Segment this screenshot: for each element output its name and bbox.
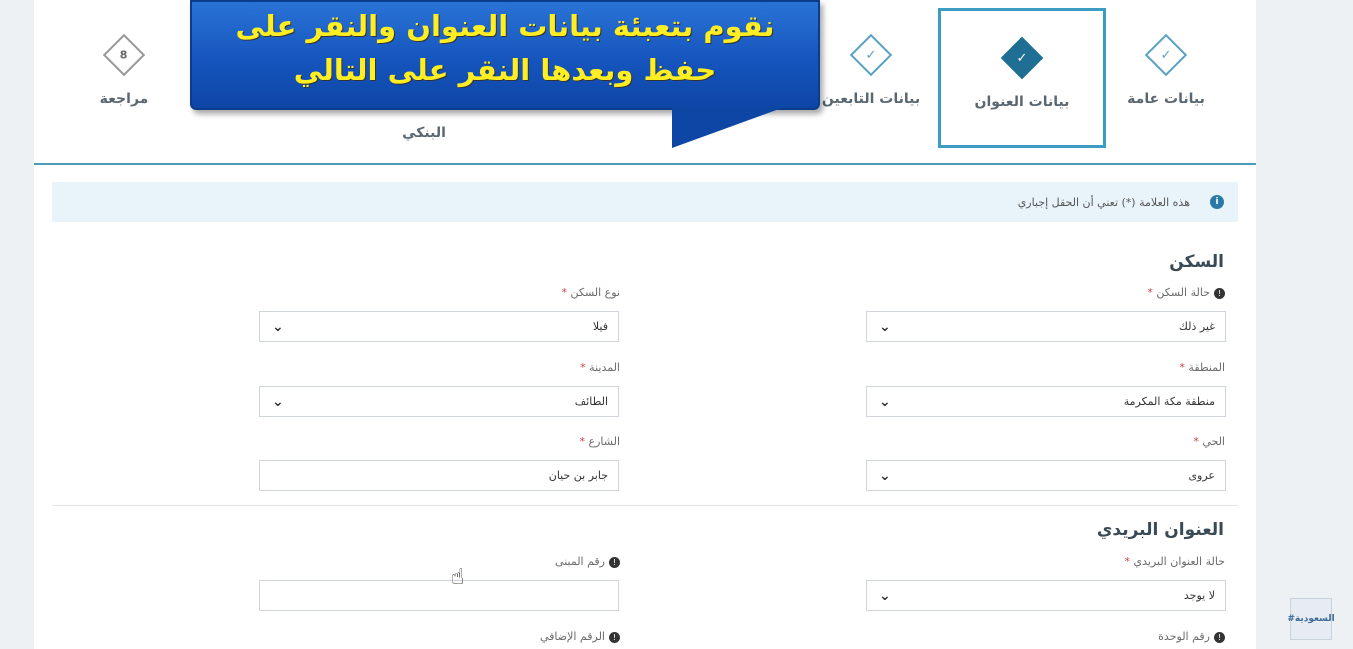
city-value: الطائف bbox=[574, 395, 608, 408]
help-icon[interactable]: ! bbox=[1214, 631, 1225, 643]
step-address-info[interactable]: ✓ بيانات العنوان bbox=[938, 8, 1106, 148]
help-icon[interactable]: ! bbox=[609, 631, 620, 643]
help-icon[interactable]: ! bbox=[1214, 287, 1225, 299]
chevron-down-icon: ⌄ bbox=[879, 394, 891, 410]
check-icon: ✓ bbox=[1144, 33, 1188, 77]
district-select[interactable]: عروى ⌄ bbox=[866, 460, 1226, 491]
chevron-down-icon: ⌄ bbox=[879, 468, 891, 484]
section-title-housing: السكن bbox=[1169, 252, 1224, 272]
required-notice: i هذه العلامة (*) تعني أن الحقل إجباري bbox=[52, 182, 1238, 222]
street-value: جابر بن حيان bbox=[548, 469, 608, 482]
street-label: الشارع * bbox=[579, 435, 620, 448]
housing-status-label: !حالة السكن * bbox=[1147, 286, 1225, 299]
info-icon: i bbox=[1210, 195, 1224, 209]
check-icon: ✓ bbox=[1000, 36, 1044, 80]
district-label: الحي * bbox=[1193, 435, 1225, 448]
step-general-info[interactable]: ✓ بيانات عامة bbox=[1086, 8, 1246, 148]
housing-status-value: غير ذلك bbox=[1178, 320, 1215, 333]
region-label: المنطقة * bbox=[1179, 361, 1225, 374]
building-no-label: !رقم المبنى bbox=[520, 555, 620, 568]
chevron-down-icon: ⌄ bbox=[879, 319, 891, 335]
check-icon: ✓ bbox=[849, 33, 893, 77]
unit-no-label: !رقم الوحدة bbox=[1158, 630, 1225, 643]
chevron-down-icon: ⌄ bbox=[879, 588, 891, 604]
channel-logo: #السعودية bbox=[1287, 598, 1335, 640]
instruction-callout: نقوم بتعبئة بيانات العنوان والنقر على حف… bbox=[190, 0, 820, 110]
callout-line-1: نقوم بتعبئة بيانات العنوان والنقر على bbox=[235, 9, 775, 43]
additional-no-label: !الرقم الإضافي bbox=[500, 630, 620, 643]
section-title-postal: العنوان البريدي bbox=[1096, 520, 1224, 540]
region-select[interactable]: منطقة مكة المكرمة ⌄ bbox=[866, 386, 1226, 417]
housing-type-value: فيلا bbox=[592, 320, 608, 333]
chevron-down-icon: ⌄ bbox=[272, 394, 284, 410]
postal-status-value: لا يوجد bbox=[1183, 589, 1215, 602]
chevron-down-icon: ⌄ bbox=[272, 319, 284, 335]
city-select[interactable]: الطائف ⌄ bbox=[259, 386, 619, 417]
step-label: بيانات التابعين bbox=[821, 91, 921, 107]
step-review[interactable]: 8 مراجعة bbox=[44, 8, 204, 148]
building-no-input[interactable] bbox=[259, 580, 619, 611]
step-number-icon: 8 bbox=[102, 33, 146, 77]
postal-status-label: حالة العنوان البريدي * bbox=[1124, 555, 1226, 568]
callout-line-2: حفظ وبعدها النقر على التالي bbox=[293, 53, 717, 87]
required-notice-text: هذه العلامة (*) تعني أن الحقل إجباري bbox=[1017, 195, 1190, 209]
section-divider bbox=[52, 505, 1238, 506]
region-value: منطقة مكة المكرمة bbox=[1123, 395, 1215, 408]
step-label: مراجعة bbox=[99, 91, 149, 107]
housing-type-select[interactable]: فيلا ⌄ bbox=[259, 311, 619, 342]
callout-tail bbox=[672, 108, 782, 148]
hand-cursor-icon: ☝ bbox=[451, 565, 465, 590]
street-input[interactable]: جابر بن حيان bbox=[259, 460, 619, 491]
housing-status-select[interactable]: غير ذلك ⌄ bbox=[866, 311, 1226, 342]
step-label: بيانات عامة bbox=[1127, 91, 1205, 107]
help-icon[interactable]: ! bbox=[609, 556, 620, 568]
housing-type-label: نوع السكن * bbox=[561, 286, 620, 299]
step-label: البنكي bbox=[402, 125, 446, 141]
step-label: بيانات العنوان bbox=[974, 94, 1070, 110]
city-label: المدينة * bbox=[580, 361, 620, 374]
postal-status-select[interactable]: لا يوجد ⌄ bbox=[866, 580, 1226, 611]
district-value: عروى bbox=[1188, 469, 1215, 482]
